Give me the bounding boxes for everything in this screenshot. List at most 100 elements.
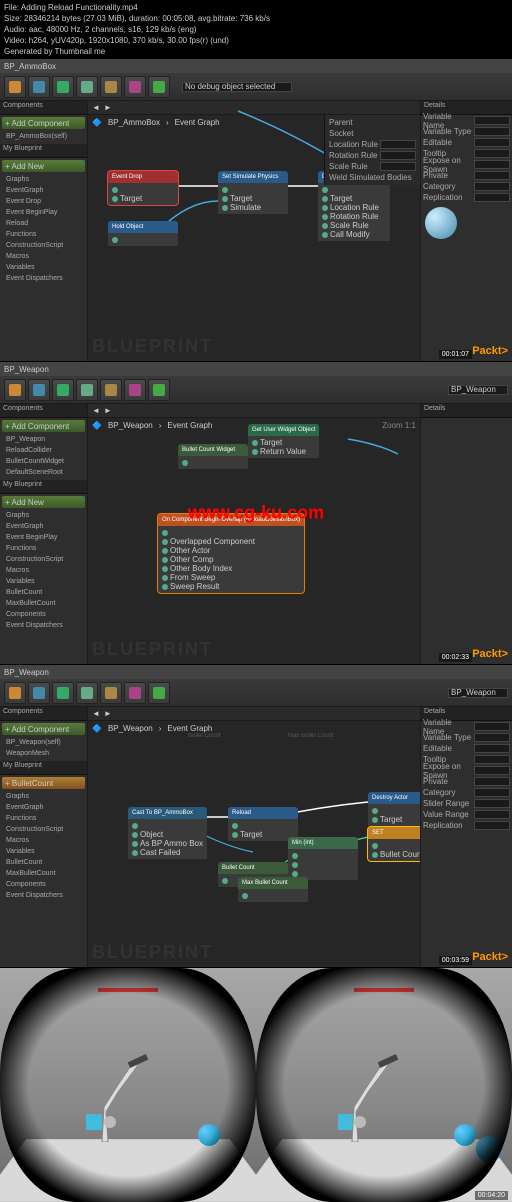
pin-icon[interactable] xyxy=(372,808,378,814)
event-graph[interactable]: ◄► 🔷 BP_Weapon› Event Graph Zoom 1:1 Get… xyxy=(88,404,420,664)
component-item[interactable]: ReloadCollider xyxy=(2,445,85,456)
bp-item[interactable]: Variables xyxy=(2,576,85,587)
pin-icon[interactable] xyxy=(322,223,328,229)
bp-item[interactable]: ConstructionScript xyxy=(2,824,85,835)
node-pin-row[interactable]: Target xyxy=(232,830,294,839)
bp-item[interactable]: Macros xyxy=(2,251,85,262)
pin-icon[interactable] xyxy=(372,817,378,823)
pin-icon[interactable] xyxy=(162,575,168,581)
play-button[interactable] xyxy=(148,682,170,704)
node-pin-row[interactable]: Return Value xyxy=(252,447,315,456)
class-settings-button[interactable] xyxy=(76,76,98,98)
simulation-button[interactable] xyxy=(124,76,146,98)
component-item[interactable]: BP_Weapon(self) xyxy=(2,737,85,748)
bp-item[interactable]: Variables xyxy=(2,262,85,273)
pin-icon[interactable] xyxy=(222,187,228,193)
bp-item[interactable]: Macros xyxy=(2,835,85,846)
pin-icon[interactable] xyxy=(242,893,248,899)
bp-item[interactable]: EventGraph xyxy=(2,521,85,532)
components-tab[interactable]: Components xyxy=(0,101,87,115)
node-pin-row[interactable]: Rotation Rule xyxy=(322,212,386,221)
bp-item[interactable]: Graphs xyxy=(2,791,85,802)
class-settings-button[interactable] xyxy=(76,682,98,704)
pin-icon[interactable] xyxy=(132,850,138,856)
back-icon[interactable]: ◄ xyxy=(92,709,100,718)
graph-node[interactable]: Cast To BP_AmmoBoxObjectAs BP Ammo BoxCa… xyxy=(128,807,207,859)
component-item[interactable]: BulletCountWidget xyxy=(2,456,85,467)
graph-node[interactable]: ReloadTarget xyxy=(228,807,298,841)
tab-label[interactable]: BP_Weapon xyxy=(448,688,508,698)
add-component-button[interactable]: + Add Component xyxy=(2,723,85,735)
pin-icon[interactable] xyxy=(162,548,168,554)
class-settings-button[interactable] xyxy=(76,379,98,401)
bulletcount-var-button[interactable]: + BulletCount xyxy=(2,777,85,789)
event-graph[interactable]: ◄ ► 🔷 BP_AmmoBox › Event Graph Event Dro… xyxy=(88,101,420,361)
bp-item[interactable]: Functions xyxy=(2,543,85,554)
node-pin-row[interactable] xyxy=(222,185,284,194)
find-button[interactable] xyxy=(52,682,74,704)
pin-icon[interactable] xyxy=(162,530,168,536)
pin-icon[interactable] xyxy=(222,878,228,884)
node-pin-row[interactable]: Location Rule xyxy=(322,203,386,212)
component-item[interactable]: BP_AmmoBox(self) xyxy=(2,131,85,142)
pin-icon[interactable] xyxy=(252,440,258,446)
bp-item[interactable]: Event Dispatchers xyxy=(2,890,85,901)
pin-icon[interactable] xyxy=(132,832,138,838)
pin-icon[interactable] xyxy=(232,832,238,838)
bp-item[interactable]: EventGraph xyxy=(2,185,85,196)
node-pin-row[interactable]: Sweep Result xyxy=(162,582,300,591)
bp-item[interactable]: Macros xyxy=(2,565,85,576)
graph-node[interactable]: Min (int) xyxy=(288,837,358,880)
pin-icon[interactable] xyxy=(182,460,188,466)
bp-item[interactable]: Functions xyxy=(2,229,85,240)
pin-icon[interactable] xyxy=(112,187,118,193)
pin-icon[interactable] xyxy=(222,205,228,211)
node-pin-row[interactable]: Call Modify xyxy=(322,230,386,239)
node-pin-row[interactable]: Target xyxy=(372,815,420,824)
class-defaults-button[interactable] xyxy=(100,682,122,704)
tab-label[interactable]: BP_Weapon xyxy=(448,385,508,395)
save-button[interactable] xyxy=(28,682,50,704)
node-pin-row[interactable] xyxy=(232,821,294,830)
detail-field[interactable] xyxy=(474,766,510,775)
bp-item[interactable]: Graphs xyxy=(2,510,85,521)
graph-node[interactable]: Event DropTarget xyxy=(108,171,178,205)
class-defaults-button[interactable] xyxy=(100,379,122,401)
component-item[interactable]: DefaultSceneRoot xyxy=(2,467,85,478)
pin-icon[interactable] xyxy=(292,853,298,859)
detail-field[interactable] xyxy=(474,171,510,180)
myblueprint-tab[interactable]: My Blueprint xyxy=(0,480,87,494)
bp-item[interactable]: Reload xyxy=(2,218,85,229)
detail-field[interactable] xyxy=(474,821,510,830)
detail-field[interactable] xyxy=(474,733,510,742)
graph-node[interactable]: On Component Begin Overlap (ReloadCollis… xyxy=(158,514,304,593)
bp-item[interactable]: EventGraph xyxy=(2,802,85,813)
node-pin-row[interactable] xyxy=(112,235,174,244)
bp-item[interactable]: Components xyxy=(2,879,85,890)
node-pin-row[interactable] xyxy=(372,806,420,815)
node-pin-row[interactable]: Simulate xyxy=(222,203,284,212)
simulation-button[interactable] xyxy=(124,379,146,401)
detail-field[interactable] xyxy=(474,755,510,764)
detail-field[interactable] xyxy=(474,127,510,136)
node-pin-row[interactable] xyxy=(322,185,386,194)
node-pin-row[interactable]: Scale Rule xyxy=(322,221,386,230)
pin-icon[interactable] xyxy=(252,449,258,455)
node-pin-row[interactable] xyxy=(112,185,174,194)
pin-icon[interactable] xyxy=(112,196,118,202)
graph-node[interactable]: Get User Widget ObjectTargetReturn Value xyxy=(248,424,319,458)
node-pin-row[interactable] xyxy=(372,841,420,850)
myblueprint-tab[interactable]: My Blueprint xyxy=(0,144,87,158)
pin-icon[interactable] xyxy=(162,539,168,545)
bp-item[interactable]: ConstructionScript xyxy=(2,554,85,565)
graph-node[interactable]: Destroy ActorTarget xyxy=(368,792,420,826)
detail-field[interactable] xyxy=(474,193,510,202)
pin-icon[interactable] xyxy=(322,232,328,238)
find-button[interactable] xyxy=(52,76,74,98)
node-pin-row[interactable]: From Sweep xyxy=(162,573,300,582)
pin-icon[interactable] xyxy=(322,214,328,220)
pin-icon[interactable] xyxy=(372,852,378,858)
pin-icon[interactable] xyxy=(292,862,298,868)
node-pin-row[interactable]: Object xyxy=(132,830,203,839)
bp-item[interactable]: ConstructionScript xyxy=(2,240,85,251)
